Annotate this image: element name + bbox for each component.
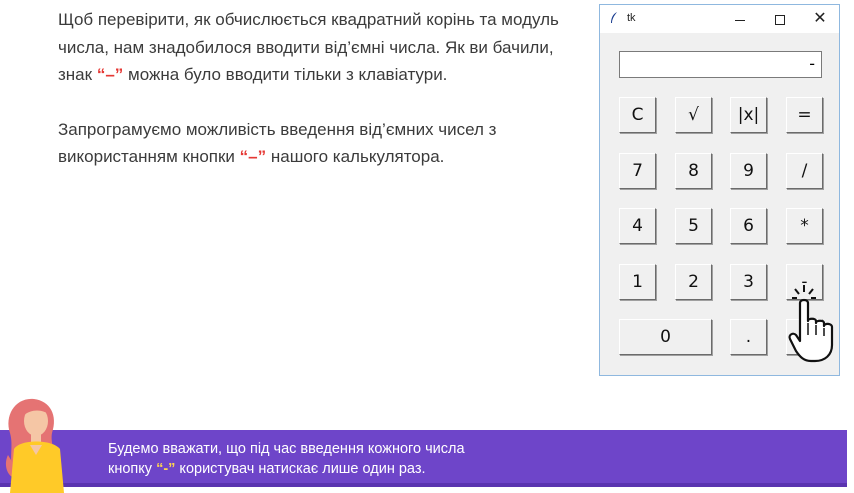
banner-text-span: кнопку xyxy=(108,461,157,477)
close-button[interactable]: ✕ xyxy=(800,5,840,33)
minimize-button[interactable] xyxy=(720,5,760,33)
key-4[interactable]: 4 xyxy=(619,208,656,244)
calculator-display[interactable]: - xyxy=(619,51,822,78)
key-multiply[interactable]: * xyxy=(786,208,823,244)
feather-icon xyxy=(611,12,617,23)
key-equals[interactable]: = xyxy=(786,97,823,133)
banner-text: Будемо вважати, що під час введення кожн… xyxy=(108,439,465,479)
minus-sign-highlight: “-” xyxy=(156,461,176,477)
minus-sign-highlight: “–” xyxy=(239,147,267,166)
key-dot[interactable]: . xyxy=(730,319,767,355)
lesson-text-span: нашого калькулятора. xyxy=(266,147,445,166)
key-abs[interactable]: |x| xyxy=(730,97,767,133)
key-sqrt[interactable]: √ xyxy=(675,97,712,133)
key-2[interactable]: 2 xyxy=(675,264,712,300)
banner-line-1: Будемо вважати, що під час введення кожн… xyxy=(108,441,465,457)
lesson-paragraph-2: Запрограмуємо можливість введення від’єм… xyxy=(58,116,568,171)
key-6[interactable]: 6 xyxy=(730,208,767,244)
banner-text-span: користувач натискає лише один раз. xyxy=(175,461,426,477)
key-5[interactable]: 5 xyxy=(675,208,712,244)
key-clear[interactable]: C xyxy=(619,97,656,133)
lesson-text: Щоб перевірити, як обчислюється квадратн… xyxy=(58,6,568,171)
banner-line-2: кнопку “-” користувач натискає лише один… xyxy=(108,459,465,479)
key-7[interactable]: 7 xyxy=(619,153,656,189)
key-divide[interactable]: / xyxy=(786,153,823,189)
key-1[interactable]: 1 xyxy=(619,264,656,300)
minus-sign-highlight: “–” xyxy=(96,65,124,84)
info-banner: Будемо вважати, що під час введення кожн… xyxy=(0,430,847,487)
key-8[interactable]: 8 xyxy=(675,153,712,189)
key-3[interactable]: 3 xyxy=(730,264,767,300)
lesson-paragraph-1: Щоб перевірити, як обчислюється квадратн… xyxy=(58,6,568,89)
pointer-hand-icon xyxy=(788,285,834,363)
title-bar[interactable]: tk ✕ xyxy=(600,5,839,33)
girl-character-illustration xyxy=(5,398,64,493)
key-0[interactable]: 0 xyxy=(619,319,712,355)
maximize-icon xyxy=(775,15,785,26)
maximize-button[interactable] xyxy=(760,5,800,33)
lesson-text-span: можна було вводити тільки з клавіатури. xyxy=(123,65,448,84)
window-title: tk xyxy=(627,12,636,24)
key-9[interactable]: 9 xyxy=(730,153,767,189)
minimize-icon xyxy=(735,19,745,21)
